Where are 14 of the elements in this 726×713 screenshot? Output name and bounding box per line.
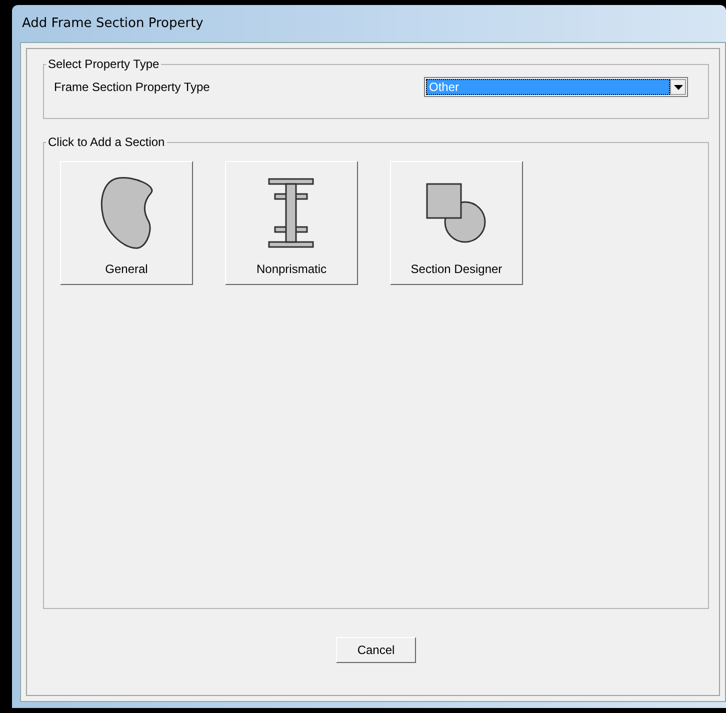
square-circle-icon <box>426 183 488 245</box>
cancel-button[interactable]: Cancel <box>336 637 416 663</box>
dropdown-button[interactable] <box>670 79 686 95</box>
i-beam-icon <box>268 178 316 250</box>
group-title: Click to Add a Section <box>47 135 166 149</box>
group-title: Select Property Type <box>47 57 160 71</box>
field-label: Frame Section Property Type <box>54 80 210 94</box>
dropdown-value: Other <box>426 79 670 95</box>
caret-icon <box>674 84 682 90</box>
section-button[interactable]: General <box>60 161 193 285</box>
window-title: Add Frame Section Property <box>21 16 204 31</box>
blob-shape-icon <box>98 176 154 252</box>
section-button[interactable]: Nonprismatic <box>225 161 358 285</box>
section-button[interactable]: Section Designer <box>390 161 523 285</box>
